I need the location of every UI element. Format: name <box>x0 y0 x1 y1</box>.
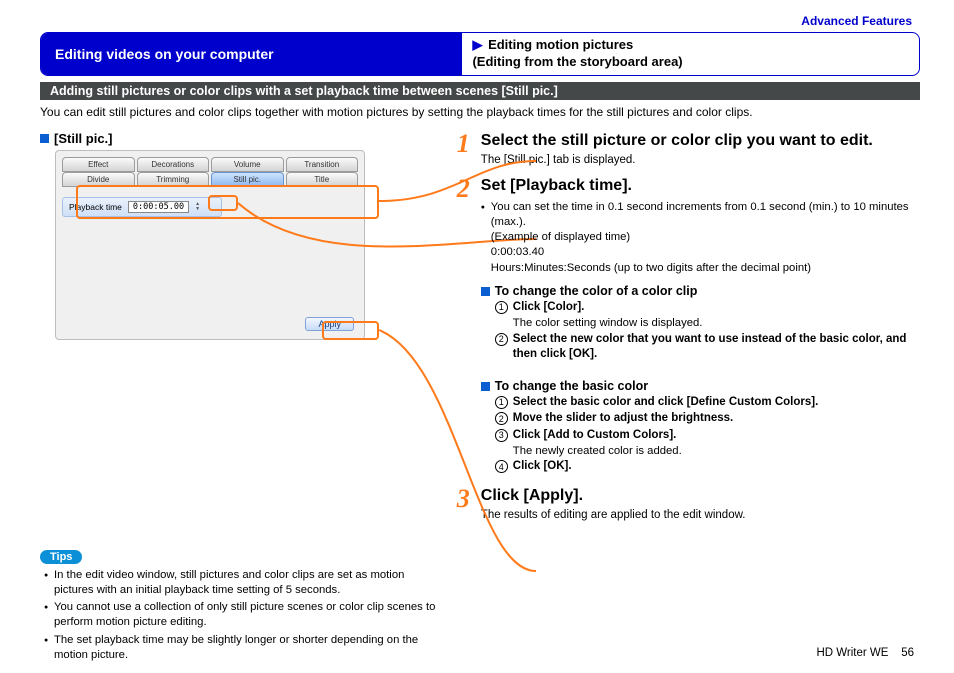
tips-label: Tips <box>40 550 82 564</box>
step-2-bullets: You can set the time in 0.1 second incre… <box>481 200 920 276</box>
playback-time-label: Playback time <box>69 202 122 212</box>
product-name: HD Writer WE <box>816 647 888 659</box>
page-number: 56 <box>901 647 914 659</box>
page-footer: HD Writer WE 56 <box>816 647 914 659</box>
tip-item: The set playback time may be slightly lo… <box>44 633 445 664</box>
list-item: 2 Select the new color that you want to … <box>495 332 920 363</box>
apply-button[interactable]: Apply <box>305 317 354 331</box>
tab-effect[interactable]: Effect <box>62 157 135 172</box>
header-right-line1: Editing motion pictures <box>488 37 633 52</box>
tab-title[interactable]: Title <box>286 172 359 187</box>
spinner-icon[interactable]: ▲▼ <box>195 202 200 212</box>
header-right: ▶ Editing motion pictures (Editing from … <box>462 33 692 75</box>
tab-trimming[interactable]: Trimming <box>137 172 210 187</box>
advanced-features-link[interactable]: Advanced Features <box>40 14 920 28</box>
left-column: [Still pic.] Effect Decorations Volume T… <box>40 131 445 666</box>
step-2: 2 Set [Playback time]. You can set the t… <box>457 176 920 476</box>
section-title-bar: Adding still pictures or color clips wit… <box>40 82 920 100</box>
header-right-line2: (Editing from the storyboard area) <box>472 54 682 69</box>
intro-text: You can edit still pictures and color cl… <box>40 104 920 121</box>
circled-number-icon: 1 <box>495 396 508 409</box>
step-2-bullet: You can set the time in 0.1 second incre… <box>481 200 920 276</box>
tab-divide[interactable]: Divide <box>62 172 135 187</box>
square-bullet-icon <box>481 382 490 391</box>
step-number: 3 <box>457 486 481 521</box>
circled-number-icon: 4 <box>495 460 508 473</box>
subhead-change-color: To change the color of a color clip <box>481 284 920 298</box>
tab-still-pic[interactable]: Still pic. <box>211 172 284 187</box>
step-number: 2 <box>457 176 481 476</box>
step-1-title: Select the still picture or color clip y… <box>481 131 920 151</box>
list-item: 4 Click [OK]. <box>495 459 920 475</box>
step-number: 1 <box>457 131 481 166</box>
sub1-list: 1 Click [Color]. The color setting windo… <box>481 300 920 363</box>
circled-number-icon: 1 <box>495 301 508 314</box>
step-1: 1 Select the still picture or color clip… <box>457 131 920 166</box>
step-3: 3 Click [Apply]. The results of editing … <box>457 486 920 521</box>
page-header: Editing videos on your computer ▶ Editin… <box>40 32 920 76</box>
list-item: 1 Click [Color]. <box>495 300 920 316</box>
list-note: The color setting window is displayed. <box>495 316 920 331</box>
list-item: 1 Select the basic color and click [Defi… <box>495 395 920 411</box>
tab-transition[interactable]: Transition <box>286 157 359 172</box>
square-bullet-icon <box>481 287 490 296</box>
header-left: Editing videos on your computer <box>41 33 462 75</box>
still-pic-panel: Effect Decorations Volume Transition Div… <box>55 150 365 340</box>
step-3-title: Click [Apply]. <box>481 486 920 506</box>
circled-number-icon: 3 <box>495 429 508 442</box>
playback-time-value[interactable]: 0:00:05.00 <box>128 201 189 213</box>
panel-label: [Still pic.] <box>40 131 445 146</box>
circled-number-icon: 2 <box>495 412 508 425</box>
square-bullet-icon <box>40 134 49 143</box>
step-3-sub: The results of editing are applied to th… <box>481 509 920 521</box>
step-1-sub: The [Still pic.] tab is displayed. <box>481 154 920 166</box>
list-note: The newly created color is added. <box>495 444 920 459</box>
subhead-basic-color: To change the basic color <box>481 379 920 393</box>
tips-list: In the edit video window, still pictures… <box>40 568 445 664</box>
list-item: 3 Click [Add to Custom Colors]. <box>495 428 920 444</box>
playback-time-control[interactable]: Playback time 0:00:05.00 ▲▼ <box>62 197 222 217</box>
tip-item: In the edit video window, still pictures… <box>44 568 445 599</box>
triangle-right-icon: ▶ <box>472 37 482 52</box>
circled-number-icon: 2 <box>495 333 508 346</box>
tip-item: You cannot use a collection of only stil… <box>44 600 445 631</box>
list-item: 2 Move the slider to adjust the brightne… <box>495 411 920 427</box>
step-2-title: Set [Playback time]. <box>481 176 920 196</box>
sub2-list: 1 Select the basic color and click [Defi… <box>481 395 920 475</box>
tab-volume[interactable]: Volume <box>211 157 284 172</box>
tab-rows: Effect Decorations Volume Transition Div… <box>62 157 358 187</box>
right-column: 1 Select the still picture or color clip… <box>449 131 920 666</box>
tab-decorations[interactable]: Decorations <box>137 157 210 172</box>
